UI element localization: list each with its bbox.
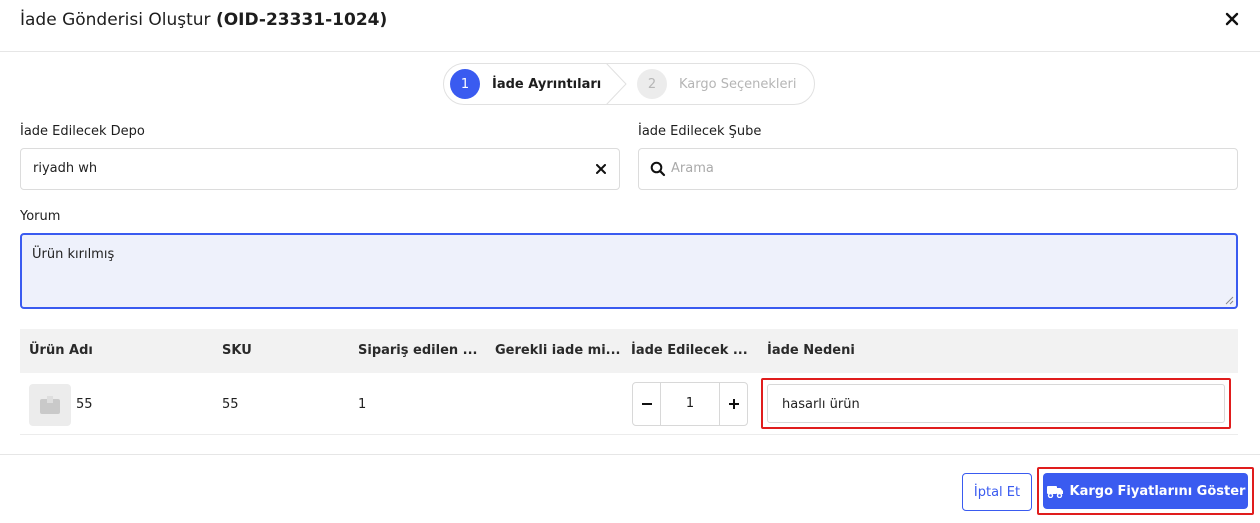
step-number: 1 [450, 69, 480, 99]
show-cargo-prices-button[interactable]: Kargo Fiyatlarını Göster [1043, 473, 1248, 509]
ordered-qty: 1 [358, 397, 367, 412]
step-separator-icon [605, 63, 627, 105]
footer-divider [0, 454, 1260, 455]
return-reason-highlight: hasarlı ürün [761, 378, 1231, 429]
close-button[interactable] [1222, 9, 1242, 29]
table-row: 55 55 1 1 hasarlı ürün [20, 373, 1238, 435]
table-header: Ürün Adı SKU Sipariş edilen ... Gerekli … [20, 329, 1238, 373]
box-icon [40, 396, 60, 414]
decrease-quantity-button[interactable] [633, 383, 661, 425]
cancel-button[interactable]: İptal Et [962, 473, 1032, 511]
truck-icon [1046, 486, 1063, 498]
close-icon [1225, 12, 1239, 26]
column-header-return-reason: İade Nedeni [767, 343, 855, 358]
return-reason-value: hasarlı ürün [782, 397, 860, 412]
primary-button-highlight: Kargo Fiyatlarını Göster [1037, 467, 1254, 515]
clear-warehouse-button[interactable] [593, 161, 609, 177]
column-header-sku: SKU [222, 343, 252, 358]
modal-title: İade Gönderisi Oluştur (OID-23331-1024) [20, 10, 387, 30]
warehouse-value: riyadh wh [33, 161, 98, 176]
plus-icon [728, 399, 739, 409]
clear-icon [596, 164, 606, 174]
search-icon [650, 161, 666, 177]
column-header-required-return: Gerekli iade mi... [495, 343, 621, 358]
show-cargo-prices-label: Kargo Fiyatlarını Göster [1069, 483, 1246, 499]
step-label: Kargo Seçenekleri [679, 76, 797, 92]
modal-header: İade Gönderisi Oluştur (OID-23331-1024) [0, 0, 1260, 52]
step-number: 2 [637, 69, 667, 99]
comment-label: Yorum [20, 209, 61, 224]
step-label: İade Ayrıntıları [492, 76, 602, 92]
branch-label: İade Edilecek Şube [638, 124, 762, 139]
step-indicator: 1 İade Ayrıntıları 2 Kargo Seçenekleri [443, 63, 815, 105]
increase-quantity-button[interactable] [719, 383, 747, 425]
return-reason-input[interactable]: hasarlı ürün [767, 384, 1225, 423]
column-header-return-qty: İade Edilecek ... [631, 343, 748, 358]
warehouse-select[interactable]: riyadh wh [20, 148, 620, 190]
quantity-stepper[interactable]: 1 [632, 382, 748, 426]
sku-value: 55 [222, 397, 239, 412]
product-thumbnail [29, 384, 71, 426]
resize-handle-icon[interactable] [1224, 295, 1234, 305]
column-header-ordered: Sipariş edilen ... [358, 343, 478, 358]
order-id: (OID-23331-1024) [215, 10, 388, 30]
step-return-details[interactable]: 1 İade Ayrıntıları [450, 64, 601, 104]
product-name: 55 [76, 397, 93, 412]
comment-textarea[interactable]: Ürün kırılmış [20, 233, 1238, 309]
quantity-value[interactable]: 1 [661, 396, 719, 411]
branch-placeholder: Arama [671, 161, 714, 176]
minus-icon [641, 403, 652, 405]
warehouse-label: İade Edilecek Depo [20, 124, 145, 139]
modal-title-text: İade Gönderisi Oluştur [20, 10, 211, 30]
step-cargo-options[interactable]: 2 Kargo Seçenekleri [637, 64, 796, 104]
branch-search-input[interactable]: Arama [638, 148, 1238, 190]
column-header-product-name: Ürün Adı [29, 343, 93, 358]
comment-value: Ürün kırılmış [32, 247, 115, 262]
